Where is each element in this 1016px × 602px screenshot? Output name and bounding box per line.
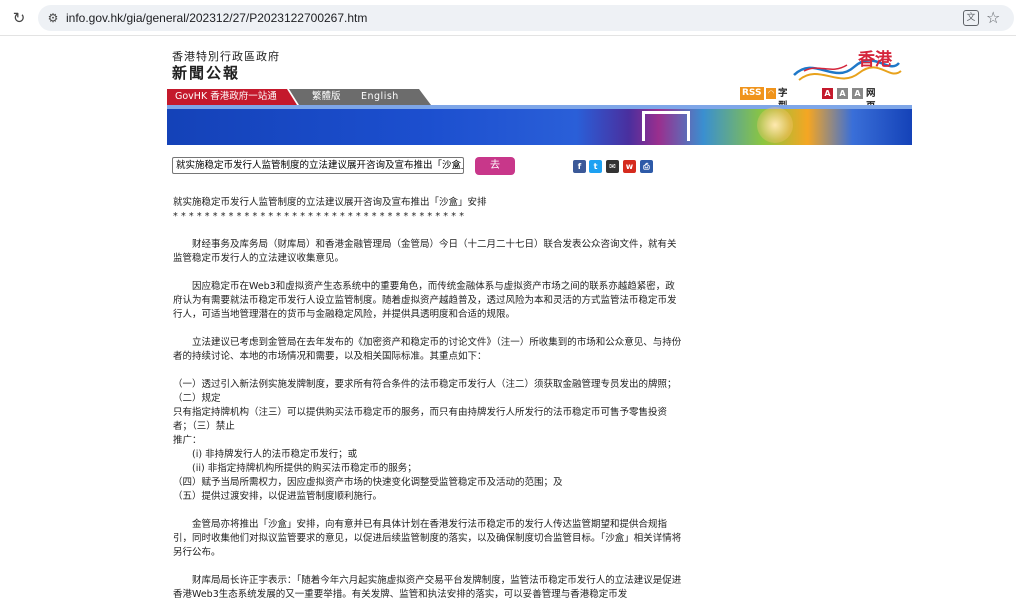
top-nav: GovHK 香港政府一站通 繁體版 English: [167, 89, 437, 105]
reload-icon[interactable]: ↻: [10, 9, 28, 27]
banner-frame-graphic: [642, 111, 690, 141]
paragraph-2: 因应稳定币在Web3和虚拟资产生态系统中的重要角色，而传统金融体系与虚拟资产市场…: [173, 281, 677, 320]
facebook-icon[interactable]: f: [573, 160, 586, 173]
rss-icon[interactable]: ◠: [766, 88, 776, 99]
banner-stripe: [167, 105, 912, 109]
language-switcher: 繁體版 English: [289, 89, 431, 105]
logo-text: 香港: [858, 50, 892, 70]
article-headline: 就实施稳定币发行人监管制度的立法建议展开咨询及宣布推出「沙盒」安排: [173, 197, 487, 208]
press-release-title: 新聞公報: [172, 64, 241, 82]
font-size-medium-button[interactable]: A: [837, 88, 848, 99]
paragraph-5: 财库局局长许正宇表示：「随着今年六月起实施虚拟资产交易平台发牌制度，监管法币稳定…: [173, 575, 682, 600]
select-value: 就实施稳定币发行人监管制度的立法建议展开咨询及宣布推出「沙盒」安排: [176, 160, 464, 171]
weibo-icon[interactable]: w: [623, 160, 636, 173]
list-line-2: 只有指定持牌机构（注三）可以提供购买法币稳定币的服务，而只有由持牌发行人所发行的…: [173, 407, 668, 432]
paragraph-1: 财经事务及库务局（财库局）和香港金融管理局（金管局）今日（十二月二十七日）联合发…: [173, 239, 677, 264]
address-bar[interactable]: ⚙ info.gov.hk/gia/general/202312/27/P202…: [38, 5, 1014, 31]
font-size-small-button[interactable]: A: [822, 88, 833, 99]
nav-traditional-link[interactable]: 繁體版: [312, 89, 341, 105]
press-release-select[interactable]: 就实施稳定币发行人监管制度的立法建议展开咨询及宣布推出「沙盒」安排 ⌄: [172, 157, 464, 174]
list-sub-1: (i) 非持牌发行人的法币稳定币发行；或: [192, 449, 358, 460]
banner-light-graphic: [757, 107, 793, 143]
print-icon[interactable]: ⎙: [640, 160, 653, 173]
list-line-3: 推广：: [173, 435, 202, 446]
url-text[interactable]: info.gov.hk/gia/general/202312/27/P20231…: [66, 10, 367, 26]
list-line-4: （四）赋予当局所需权力，因应虚拟资产市场的快速变化调整受监管稳定币及活动的范围；…: [173, 477, 563, 488]
nav-english-link[interactable]: English: [361, 89, 399, 105]
translate-icon[interactable]: 文: [963, 10, 979, 26]
article-body: 就实施稳定币发行人监管制度的立法建议展开咨询及宣布推出「沙盒」安排 ******…: [167, 196, 682, 602]
list-line-1: （一）透过引入新法例实施发牌制度，要求所有符合条件的法币稳定币发行人（注二）须获…: [173, 379, 677, 404]
browser-toolbar: ↻ ⚙ info.gov.hk/gia/general/202312/27/P2…: [0, 0, 1016, 36]
twitter-icon[interactable]: t: [589, 160, 602, 173]
rss-link[interactable]: RSS: [740, 87, 764, 100]
decorative-banner: [167, 105, 912, 145]
email-icon[interactable]: ✉: [606, 160, 619, 173]
site-info-icon[interactable]: ⚙: [44, 9, 62, 27]
headline-divider: *************************************: [173, 211, 468, 222]
paragraph-4: 金管局亦将推出「沙盒」安排，向有意并已有具体计划在香港发行法币稳定币的发行人传达…: [173, 519, 682, 558]
brand-hong-kong-logo[interactable]: 香港: [789, 45, 904, 87]
bookmark-star-icon[interactable]: ☆: [986, 8, 1000, 28]
article-controls: 就实施稳定币发行人监管制度的立法建议展开咨询及宣布推出「沙盒」安排 ⌄ 去 f …: [167, 145, 912, 185]
page: 香港特別行政區政府 新聞公報 香港 GovHK 香港政府一站通 繁體版 Engl…: [167, 37, 912, 602]
paragraph-3: 立法建议已考虑到金管局在去年发布的《加密资产和稳定币的讨论文件》（注一）所收集到…: [173, 337, 682, 362]
font-size-large-button[interactable]: A: [852, 88, 863, 99]
site-header: 香港特別行政區政府 新聞公報 香港 GovHK 香港政府一站通 繁體版 Engl…: [167, 37, 912, 138]
nav-govhk-link[interactable]: GovHK 香港政府一站通: [167, 89, 297, 105]
list-sub-2: (ii) 非指定持牌机构所提供的购买法币稳定币的服务；: [192, 463, 417, 474]
list-line-5: （五）提供过渡安排，以促进监管制度顺利施行。: [173, 491, 383, 502]
chevron-down-icon: ⌄: [452, 160, 460, 170]
go-button[interactable]: 去: [475, 157, 515, 175]
